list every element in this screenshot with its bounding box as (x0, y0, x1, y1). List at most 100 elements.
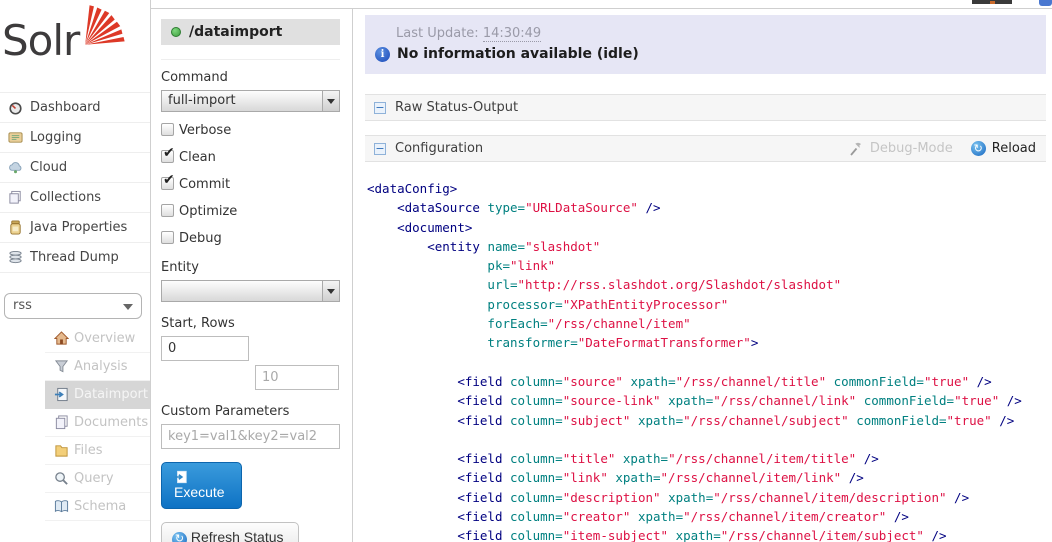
checkbox-row-optimize[interactable]: Optimize (161, 204, 340, 220)
refresh-status-button[interactable]: ↻ Refresh Status (161, 522, 299, 542)
collections-icon (8, 190, 23, 205)
checkbox-row-commit[interactable]: Commit (161, 177, 340, 193)
reload-button[interactable]: ↻ Reload (971, 141, 1036, 156)
core-nav-label: Dataimport (74, 387, 148, 402)
core-nav-item-dataimport[interactable]: Dataimport (45, 381, 150, 409)
code-line: <dataConfig> (367, 179, 1046, 198)
last-update-label: Last Update: (396, 26, 479, 41)
checkbox-label: Clean (179, 150, 216, 165)
code-line (367, 353, 1046, 372)
browser-artifact-chip (1039, 0, 1052, 6)
dashboard-icon (8, 100, 23, 115)
browser-artifact-bar (972, 0, 1012, 4)
code-line: <dataSource type="URLDataSource" /> (367, 198, 1046, 217)
info-icon: i (375, 47, 390, 62)
code-line: <field column="source-link" xpath="/rss/… (367, 391, 1046, 410)
sidebar-item-label: Cloud (30, 160, 67, 175)
reload-icon: ↻ (971, 141, 986, 156)
collapse-icon[interactable]: − (374, 102, 386, 114)
core-nav-item-analysis[interactable]: Analysis (45, 353, 150, 381)
collapse-icon[interactable]: − (374, 143, 386, 155)
custom-parameters-label: Custom Parameters (161, 404, 340, 419)
sidebar-item-cloud[interactable]: Cloud (0, 153, 150, 183)
commit-checkbox[interactable] (161, 177, 174, 190)
solr-logo[interactable]: Solr (0, 0, 150, 92)
core-nav-item-overview[interactable]: Overview (45, 325, 150, 353)
command-select[interactable]: full-import (161, 90, 340, 112)
section-title: Raw Status-Output (395, 100, 518, 115)
status-message: No information available (idle) (397, 46, 639, 62)
content-area: /dataimport Command full-import Verbose … (151, 8, 1052, 542)
core-nav-label: Overview (74, 331, 135, 346)
debug-mode-button[interactable]: Debug-Mode (848, 141, 953, 157)
code-line: <field column="description" xpath="/rss/… (367, 488, 1046, 507)
core-nav-label: Documents (74, 415, 148, 430)
clean-checkbox[interactable] (161, 150, 174, 163)
search-icon (54, 471, 69, 486)
checkbox-label: Debug (179, 231, 222, 246)
status-message-line: i No information available (idle) (375, 46, 1036, 62)
section-title: Configuration (395, 141, 483, 156)
browser-artifact-dot (990, 1, 995, 4)
sidebar-item-collections[interactable]: Collections (0, 183, 150, 213)
command-label: Command (161, 70, 340, 85)
status-info-box: Last Update: 14:30:49 i No information a… (365, 15, 1046, 74)
checkbox-row-verbose[interactable]: Verbose (161, 123, 340, 139)
start-input[interactable] (161, 336, 249, 361)
core-nav-item-documents[interactable]: Documents (45, 409, 150, 437)
last-update-time: 14:30:49 (483, 26, 541, 42)
core-nav: Overview Analysis Dataimport Documents (45, 325, 150, 521)
dataimport-icon (54, 387, 69, 402)
thread-dump-icon (8, 250, 23, 265)
code-line: <field column="source" xpath="/rss/chann… (367, 372, 1046, 391)
sidebar-item-java-properties[interactable]: Java Properties (0, 213, 150, 243)
core-nav-item-query[interactable]: Query (45, 465, 150, 493)
core-nav-item-files[interactable]: Files (45, 437, 150, 465)
handler-title: /dataimport (189, 24, 282, 40)
section-raw-status-output[interactable]: − Raw Status-Output (365, 94, 1046, 121)
checkbox-row-clean[interactable]: Clean (161, 150, 340, 166)
start-rows-label: Start, Rows (161, 316, 340, 331)
verbose-checkbox[interactable] (161, 123, 174, 136)
sidebar-item-label: Collections (30, 190, 101, 205)
optimize-checkbox[interactable] (161, 204, 174, 217)
custom-parameters-input[interactable] (161, 424, 340, 449)
entity-label: Entity (161, 260, 340, 275)
main-area: Last Update: 14:30:49 i No information a… (352, 9, 1052, 542)
debug-checkbox[interactable] (161, 231, 174, 244)
checkbox-label: Commit (179, 177, 230, 192)
refresh-button-label: Refresh Status (191, 529, 284, 542)
dataimport-panel: /dataimport Command full-import Verbose … (151, 9, 352, 542)
select-arrow-icon[interactable] (322, 281, 339, 301)
core-nav-label: Analysis (74, 359, 128, 374)
select-arrow-icon[interactable] (322, 91, 339, 111)
rows-input[interactable] (255, 365, 339, 390)
core-selector-dropdown[interactable]: rss (4, 293, 142, 319)
code-line: <field column="item-subject" xpath="/rss… (367, 526, 1046, 542)
divider (161, 59, 340, 60)
code-line: <entity name="slashdot" (367, 237, 1046, 256)
core-nav-item-schema[interactable]: Schema (45, 493, 150, 521)
entity-select[interactable] (161, 280, 340, 302)
chevron-down-icon (123, 304, 133, 310)
sidebar-item-logging[interactable]: Logging (0, 123, 150, 153)
execute-icon (174, 470, 225, 484)
sidebar-item-thread-dump[interactable]: Thread Dump (0, 243, 150, 273)
core-nav-label: Schema (74, 499, 126, 514)
checkbox-row-debug[interactable]: Debug (161, 231, 340, 247)
sidebar-item-label: Java Properties (30, 220, 127, 235)
core-nav-label: Query (74, 471, 114, 486)
code-line: transformer="DateFormatTransformer"> (367, 333, 1046, 352)
code-line (367, 430, 1046, 449)
solr-logo-burst-icon (80, 2, 132, 52)
command-select-value: full-import (168, 93, 236, 108)
debug-mode-label: Debug-Mode (870, 141, 953, 156)
last-update: Last Update: 14:30:49 (375, 26, 1036, 41)
sidebar-item-dashboard[interactable]: Dashboard (0, 93, 150, 123)
code-line: pk="link" (367, 256, 1046, 275)
code-line: url="http://rss.slashdot.org/Slashdot/sl… (367, 275, 1046, 294)
execute-button[interactable]: Execute (161, 462, 242, 509)
section-configuration[interactable]: − Configuration Debug-Mode ↻ Reload (365, 135, 1046, 162)
checkbox-label: Optimize (179, 204, 237, 219)
status-dot-icon (171, 27, 181, 37)
